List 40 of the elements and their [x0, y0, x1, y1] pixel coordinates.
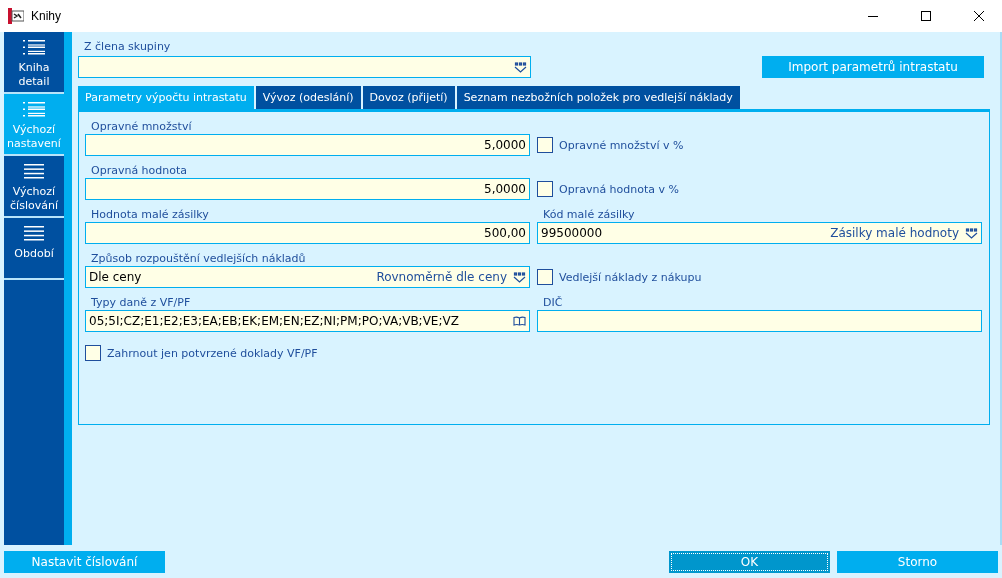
- dropdown-icon[interactable]: [513, 271, 526, 283]
- input-field[interactable]: 05;5I;CZ;E1;E2;E3;EA;EB;EK;EM;EN;EZ;NI;PM;PO;VA;VB;VE;VZ: [85, 310, 530, 332]
- lines-icon: [24, 164, 44, 179]
- lookup-field[interactable]: [78, 56, 531, 78]
- field-label: Typy daně z VF/PF: [90, 296, 192, 310]
- field-label: Kód malé zásilky: [542, 208, 636, 222]
- maximize-icon[interactable]: [921, 11, 931, 21]
- tab[interactable]: Seznam nezbožních položek pro vedlejší náklady: [456, 86, 740, 109]
- input-field[interactable]: 5,0000: [85, 134, 530, 156]
- checkbox-label: Zahrnout jen potvrzené doklady VF/PF: [107, 346, 318, 360]
- field-label: Hodnota malé zásilky: [90, 208, 210, 222]
- list-icon: [23, 40, 45, 55]
- list-icon: [23, 102, 45, 117]
- book-icon[interactable]: [513, 316, 526, 326]
- tab[interactable]: Dovoz (přijetí): [362, 86, 455, 109]
- dropdown-icon[interactable]: [965, 227, 978, 239]
- field-label: Z člena skupiny: [83, 40, 172, 54]
- lookup-field[interactable]: Dle ceny Rovnoměrně dle ceny: [85, 266, 530, 288]
- app-logo-icon: [8, 8, 24, 24]
- tab[interactable]: Vývoz (odeslání): [255, 86, 361, 109]
- checkbox[interactable]: [537, 269, 553, 285]
- input-field[interactable]: [537, 310, 982, 332]
- close-icon[interactable]: [974, 11, 984, 21]
- input-field[interactable]: 500,00: [85, 222, 530, 244]
- field-label: Opravné množství: [90, 120, 193, 134]
- checkbox[interactable]: [85, 345, 101, 361]
- checkbox-label: Opravná hodnota v %: [559, 182, 680, 196]
- checkbox-label: Vedlejší náklady z nákupu: [559, 270, 702, 284]
- lines-icon: [24, 226, 44, 241]
- input-field[interactable]: 5,0000: [85, 178, 530, 200]
- dropdown-icon[interactable]: [514, 61, 527, 73]
- field-label: DIČ: [542, 296, 564, 310]
- lookup-field[interactable]: 99500000 Zásilky malé hodnoty: [537, 222, 982, 244]
- minimize-icon[interactable]: [868, 15, 878, 17]
- field-label: Způsob rozpouštění vedlejších nákladů: [90, 252, 307, 266]
- window-title: Knihy: [31, 9, 63, 23]
- checkbox[interactable]: [537, 137, 553, 153]
- checkbox-label: Opravné množství v %: [559, 138, 684, 152]
- field-label: Opravná hodnota: [90, 164, 189, 178]
- checkbox[interactable]: [537, 181, 553, 197]
